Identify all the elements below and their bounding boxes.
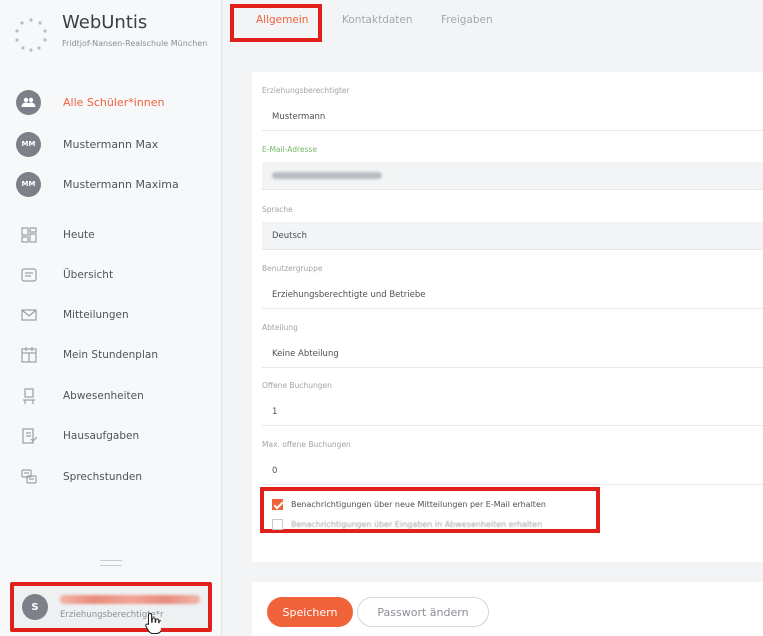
field-guardian: Erziehungsberechtigter Mustermann bbox=[262, 86, 763, 131]
field-label: Benutzergruppe bbox=[262, 264, 323, 273]
field-department: Abteilung Keine Abteilung bbox=[262, 323, 763, 368]
sidebar: WebUntis Fridtjof-Nansen-Realschule Münc… bbox=[0, 0, 222, 636]
nav-item-mitteilungen[interactable]: Mitteilungen bbox=[20, 302, 220, 328]
mail-icon bbox=[21, 309, 37, 321]
notify-second-checkbox[interactable] bbox=[272, 518, 283, 530]
change-password-button[interactable]: Passwort ändern bbox=[357, 597, 489, 627]
open-bookings-field: 1 bbox=[262, 398, 763, 426]
nav-item-hausaufgaben[interactable]: Hausaufgaben bbox=[20, 423, 220, 449]
calendar-icon bbox=[21, 347, 37, 363]
avatar: MM bbox=[16, 171, 41, 197]
nav-label: Heute bbox=[63, 229, 95, 241]
user-email-redacted bbox=[60, 594, 200, 604]
user-profile-button[interactable]: S Erziehungsberechtigte*r bbox=[10, 582, 212, 632]
notify-messages-checkbox[interactable] bbox=[272, 498, 283, 510]
department-field: Keine Abteilung bbox=[262, 340, 763, 368]
email-field[interactable] bbox=[262, 162, 763, 190]
guardian-field: Mustermann bbox=[262, 103, 763, 131]
sidebar-resize-handle[interactable] bbox=[100, 560, 122, 566]
nav-label: Hausaufgaben bbox=[63, 430, 140, 442]
field-label: Max. offene Buchungen bbox=[262, 440, 351, 449]
avatar: S bbox=[22, 594, 48, 620]
student-label: Mustermann Max bbox=[63, 137, 159, 151]
dashboard-icon bbox=[21, 227, 37, 243]
tab-kontaktdaten[interactable]: Kontaktdaten bbox=[342, 14, 413, 26]
absence-icon bbox=[23, 388, 35, 404]
field-label: Erziehungsberechtigter bbox=[262, 86, 350, 95]
avatar: MM bbox=[16, 131, 41, 157]
nav-item-heute[interactable]: Heute bbox=[20, 222, 220, 248]
webuntis-logo-icon bbox=[15, 18, 47, 52]
student-maxima[interactable]: MM Mustermann Maxima bbox=[16, 169, 216, 199]
hand-cursor-icon bbox=[145, 612, 161, 634]
field-language: Sprache Deutsch bbox=[262, 205, 763, 250]
overview-icon bbox=[21, 268, 37, 282]
consultation-icon bbox=[21, 469, 37, 484]
brand: WebUntis Fridtjof-Nansen-Realschule Münc… bbox=[12, 12, 217, 72]
field-label: E-Mail-Adresse bbox=[262, 145, 317, 154]
field-usergroup: Benutzergruppe Erziehungsberechtigte und… bbox=[262, 264, 763, 309]
school-name: Fridtjof-Nansen-Realschule München bbox=[62, 39, 208, 48]
field-open-bookings: Offene Buchungen 1 bbox=[262, 381, 763, 426]
usergroup-field: Erziehungsberechtigte und Betriebe bbox=[262, 281, 763, 309]
nav-item-uebersicht[interactable]: Übersicht bbox=[20, 262, 220, 288]
tab-bar: Allgemein Kontaktdaten Freigaben bbox=[222, 0, 763, 52]
notify-messages-label: Benachrichtigungen über neue Mitteilunge… bbox=[291, 499, 546, 509]
student-all[interactable]: Alle Schüler*innen bbox=[16, 87, 216, 117]
student-label: Mustermann Maxima bbox=[63, 177, 179, 191]
field-label: Sprache bbox=[262, 205, 293, 214]
student-max[interactable]: MM Mustermann Max bbox=[16, 129, 216, 159]
notify-second-checkbox-row[interactable]: Benachrichtigungen über Eingaben in Abwe… bbox=[272, 517, 588, 531]
nav-label: Abwesenheiten bbox=[63, 390, 144, 402]
nav-label: Mein Stundenplan bbox=[63, 349, 158, 361]
field-label: Abteilung bbox=[262, 323, 298, 332]
user-role: Erziehungsberechtigte*r bbox=[60, 609, 164, 620]
user-info: Erziehungsberechtigte*r bbox=[60, 594, 200, 620]
tab-freigaben[interactable]: Freigaben bbox=[441, 14, 493, 26]
language-select[interactable]: Deutsch bbox=[262, 222, 763, 250]
field-email: E-Mail-Adresse bbox=[262, 145, 763, 190]
email-redacted bbox=[272, 172, 382, 179]
form-actions: Speichern Passwort ändern bbox=[252, 582, 763, 636]
notify-second-label: Benachrichtigungen über Eingaben in Abwe… bbox=[291, 519, 543, 529]
student-label: Alle Schüler*innen bbox=[63, 95, 165, 109]
field-label: Offene Buchungen bbox=[262, 381, 332, 390]
notification-options-highlight: Benachrichtigungen über neue Mitteilunge… bbox=[260, 487, 600, 533]
nav-item-stundenplan[interactable]: Mein Stundenplan bbox=[20, 342, 220, 368]
nav-item-sprechstunden[interactable]: Sprechstunden bbox=[20, 464, 220, 490]
field-max-bookings: Max. offene Buchungen 0 bbox=[262, 440, 763, 485]
group-avatar-icon bbox=[16, 89, 41, 115]
save-button[interactable]: Speichern bbox=[267, 597, 353, 627]
homework-icon bbox=[22, 428, 38, 444]
nav-label: Übersicht bbox=[63, 269, 114, 281]
max-bookings-field: 0 bbox=[262, 457, 763, 485]
tab-allgemein[interactable]: Allgemein bbox=[256, 14, 308, 26]
nav-label: Mitteilungen bbox=[63, 309, 129, 321]
brand-name: WebUntis bbox=[62, 12, 148, 33]
notify-messages-checkbox-row[interactable]: Benachrichtigungen über neue Mitteilunge… bbox=[272, 497, 588, 511]
nav-item-abwesenheiten[interactable]: Abwesenheiten bbox=[20, 383, 220, 409]
nav-label: Sprechstunden bbox=[63, 471, 142, 483]
